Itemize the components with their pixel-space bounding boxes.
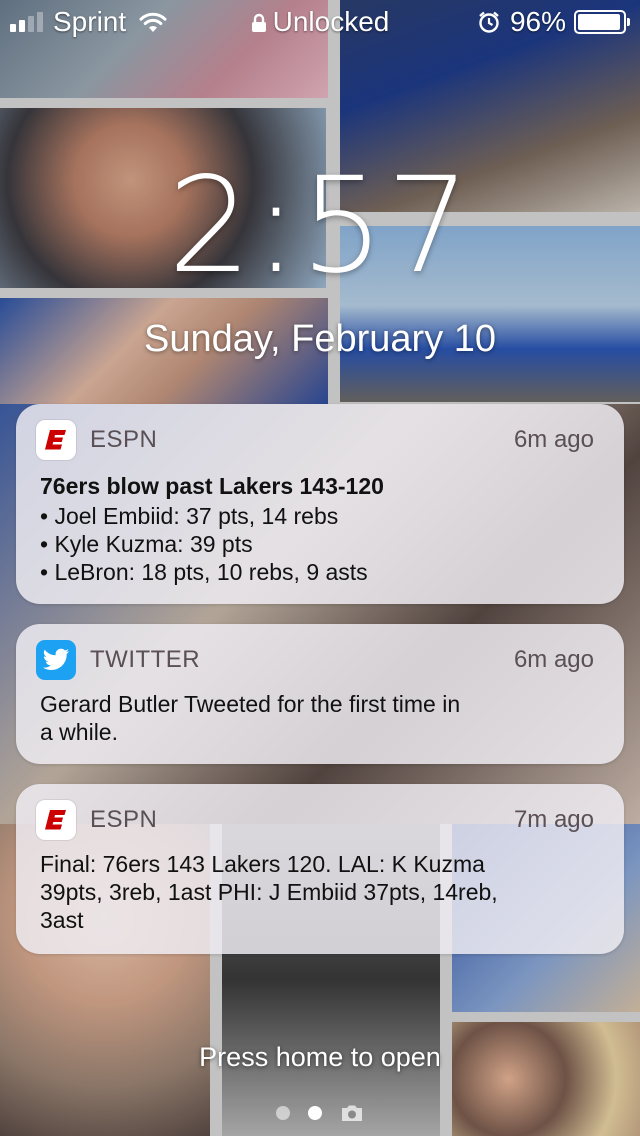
- notification-espn-2[interactable]: ESPN 7m ago Final: 76ers 143 Lakers 120.…: [16, 784, 624, 954]
- twitter-app-icon: [36, 640, 76, 680]
- notification-line: • LeBron: 18 pts, 10 rebs, 9 asts: [40, 559, 368, 585]
- battery-icon: [574, 10, 630, 34]
- status-right: 96%: [478, 6, 630, 38]
- espn-app-icon: [36, 420, 76, 460]
- notification-line: Final: 76ers 143 Lakers 120. LAL: K Kuzm…: [40, 851, 485, 877]
- notification-header: ESPN 6m ago: [36, 420, 594, 462]
- notification-body: Gerard Butler Tweeted for the first time…: [40, 690, 596, 746]
- page-dot[interactable]: [276, 1106, 290, 1120]
- battery-fill: [578, 14, 621, 30]
- notification-header: TWITTER 6m ago: [36, 640, 594, 682]
- notification-twitter[interactable]: TWITTER 6m ago Gerard Butler Tweeted for…: [16, 624, 624, 764]
- notification-line: • Kyle Kuzma: 39 pts: [40, 531, 253, 557]
- notification-app-name: ESPN: [90, 806, 158, 833]
- notification-app-name: ESPN: [90, 426, 158, 453]
- camera-icon[interactable]: [340, 1104, 364, 1122]
- notification-line: • Joel Embiid: 37 pts, 14 rebs: [40, 503, 339, 529]
- notification-app-name: TWITTER: [90, 646, 201, 673]
- lock-screen-time: 2:57: [167, 149, 473, 303]
- notification-header: ESPN 7m ago: [36, 800, 594, 842]
- alarm-icon: [479, 11, 499, 33]
- notification-body: 76ers blow past Lakers 143-120 • Joel Em…: [40, 472, 596, 586]
- espn-app-icon: [36, 800, 76, 840]
- status-bar: Sprint Unlocked 96%: [0, 0, 640, 48]
- lock-status: Unlocked: [272, 6, 390, 37]
- press-home-hint: Press home to open: [199, 1042, 441, 1072]
- notification-line: 39pts, 3reb, 1ast PHI: J Embiid 37pts, 1…: [40, 879, 498, 905]
- notification-line: 3ast: [40, 907, 84, 933]
- notification-time: 6m ago: [513, 646, 594, 673]
- notification-time: 6m ago: [513, 426, 594, 453]
- notification-line: Gerard Butler Tweeted for the first time…: [40, 691, 461, 717]
- notification-time: 7m ago: [513, 806, 594, 833]
- battery-percent: 96%: [509, 6, 566, 37]
- lock-icon: [251, 13, 266, 32]
- lock-screen-date: Sunday, February 10: [143, 318, 497, 360]
- page-indicator: [0, 1104, 640, 1122]
- page-dot-active[interactable]: [308, 1106, 322, 1120]
- notification-title: 76ers blow past Lakers 143-120: [40, 473, 384, 499]
- notification-body: Final: 76ers 143 Lakers 120. LAL: K Kuzm…: [40, 850, 596, 934]
- notification-espn-1[interactable]: ESPN 6m ago 76ers blow past Lakers 143-1…: [16, 404, 624, 604]
- notification-line: a while.: [40, 719, 118, 745]
